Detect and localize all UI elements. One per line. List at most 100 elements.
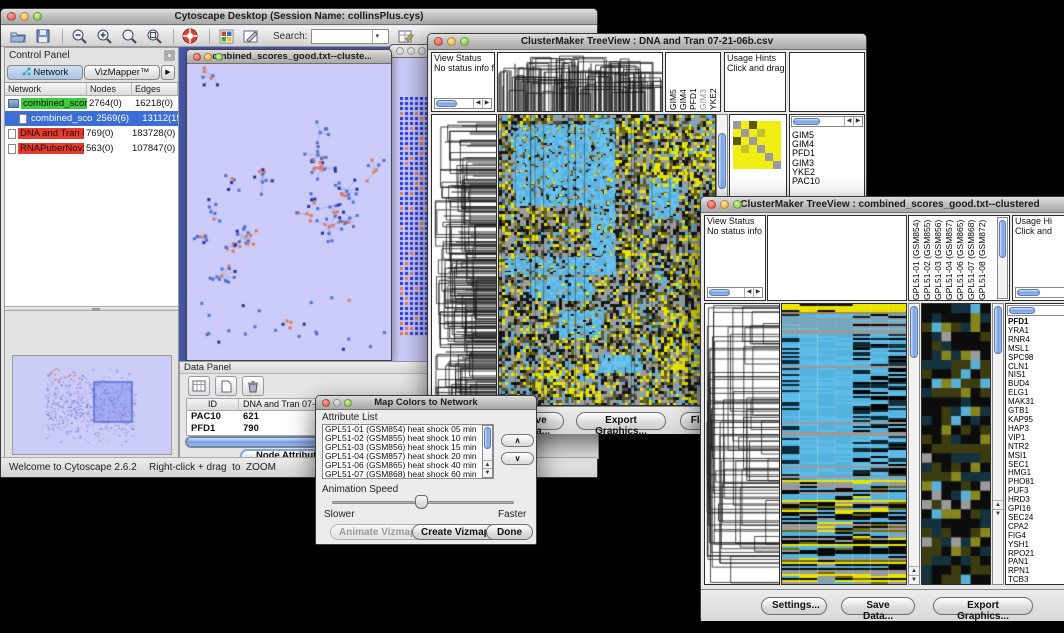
zoom-heatmap-panel[interactable] bbox=[921, 303, 991, 585]
vizmapper-grid-icon[interactable] bbox=[215, 27, 237, 45]
matrix-cell[interactable] bbox=[757, 153, 765, 161]
scroll-right-icon[interactable]: ▶ bbox=[853, 117, 862, 126]
gene-list-hscrollbar[interactable] bbox=[1007, 305, 1064, 316]
zoom-in-icon[interactable] bbox=[93, 27, 115, 45]
zoom-button[interactable] bbox=[344, 399, 352, 407]
panel-splitter[interactable] bbox=[5, 306, 178, 311]
matrix-cell[interactable] bbox=[749, 137, 757, 145]
scroll-thumb[interactable] bbox=[709, 289, 730, 296]
matrix-cell[interactable] bbox=[757, 161, 765, 169]
gene-list-item[interactable]: PAC10 bbox=[790, 177, 864, 186]
usage-hints-scrollbar[interactable] bbox=[1015, 287, 1064, 298]
row-dendrogram-panel[interactable] bbox=[704, 303, 780, 585]
network-row[interactable]: combined_scores 2764(0) 16218(0) bbox=[5, 96, 178, 111]
view-status-scrollbar[interactable]: ◀ ▶ bbox=[707, 287, 763, 298]
treeview-dna-titlebar[interactable]: ClusterMaker TreeView : DNA and Tran 07-… bbox=[428, 34, 866, 50]
animation-slider-thumb[interactable] bbox=[415, 495, 428, 509]
close-button[interactable] bbox=[193, 53, 201, 61]
column-label[interactable]: PAC10 bbox=[718, 54, 721, 110]
help-lifering-icon[interactable] bbox=[179, 27, 201, 45]
save-session-button[interactable] bbox=[32, 27, 54, 45]
row-dendrogram-canvas[interactable] bbox=[432, 115, 496, 405]
close-button[interactable] bbox=[707, 200, 716, 209]
matrix-cell[interactable] bbox=[765, 129, 773, 137]
network-window-front[interactable]: combined_scores_good.txt--cluste... bbox=[186, 49, 392, 361]
scroll-left-icon[interactable]: ◀ bbox=[744, 288, 753, 297]
column-label[interactable]: GPL51-03 (GSM856) bbox=[933, 216, 944, 300]
matrix-cell[interactable] bbox=[757, 129, 765, 137]
scroll-down-icon[interactable]: ▼ bbox=[993, 509, 1003, 518]
scroll-thumb[interactable] bbox=[1009, 307, 1035, 314]
matrix-cell[interactable] bbox=[749, 153, 757, 161]
select-attributes-icon[interactable] bbox=[188, 376, 210, 396]
done-button[interactable]: Done bbox=[486, 524, 533, 540]
matrix-cell[interactable] bbox=[765, 121, 773, 129]
scroll-up-icon[interactable]: ▲ bbox=[993, 500, 1003, 509]
save-data-button[interactable]: Save Data... bbox=[841, 597, 915, 615]
scroll-right-icon[interactable]: ▶ bbox=[482, 99, 491, 108]
column-label[interactable]: GPL51-07 (GSM868) bbox=[966, 216, 977, 300]
column-labels-vscrollbar[interactable] bbox=[997, 217, 1008, 299]
scroll-left-icon[interactable]: ◀ bbox=[473, 99, 482, 108]
column-label[interactable]: GPL51-04 (GSM857) bbox=[944, 216, 955, 300]
matrix-cell[interactable] bbox=[733, 121, 741, 129]
move-up-button[interactable]: ∧ bbox=[501, 434, 534, 447]
matrix-cell[interactable] bbox=[765, 137, 773, 145]
matrix-cell[interactable] bbox=[733, 161, 741, 169]
matrix-cell[interactable] bbox=[765, 153, 773, 161]
column-label[interactable]: GPL51-02 (GSM855) bbox=[922, 216, 933, 300]
scroll-thumb[interactable] bbox=[718, 133, 726, 189]
col-edges[interactable]: Edges bbox=[132, 83, 178, 95]
matrix-cell[interactable] bbox=[773, 153, 781, 161]
zoom-selected-icon[interactable] bbox=[118, 27, 140, 45]
column-label[interactable]: GIM4 bbox=[678, 54, 688, 110]
similarity-matrix[interactable] bbox=[733, 121, 781, 169]
move-down-button[interactable]: ∨ bbox=[501, 452, 534, 465]
scroll-thumb[interactable] bbox=[999, 220, 1006, 258]
dialog-titlebar[interactable]: Map Colors to Network bbox=[316, 396, 536, 410]
matrix-cell[interactable] bbox=[757, 145, 765, 153]
minimize-button[interactable] bbox=[447, 37, 456, 46]
matrix-cell[interactable] bbox=[733, 137, 741, 145]
matrix-cell[interactable] bbox=[773, 121, 781, 129]
matrix-cell[interactable] bbox=[773, 137, 781, 145]
scroll-thumb[interactable] bbox=[793, 118, 820, 125]
scroll-down-icon[interactable]: ▼ bbox=[909, 575, 919, 584]
column-label[interactable]: GPL51-08 (GSM872) bbox=[977, 216, 988, 300]
matrix-cell[interactable] bbox=[741, 121, 749, 129]
export-graphics-button[interactable]: Export Graphics... bbox=[933, 597, 1033, 615]
matrix-cell[interactable] bbox=[741, 145, 749, 153]
zoom-out-icon[interactable] bbox=[68, 27, 90, 45]
column-dendrogram-panel[interactable] bbox=[497, 52, 663, 112]
scroll-right-icon[interactable]: ▶ bbox=[753, 288, 762, 297]
animate-vizmap-button[interactable]: Animate Vizmap bbox=[330, 524, 425, 540]
gene-list-hscrollbar[interactable]: ◀ ▶ bbox=[791, 116, 863, 127]
minimize-button[interactable] bbox=[720, 200, 729, 209]
view-status-scrollbar[interactable]: ◀ ▶ bbox=[434, 98, 492, 109]
matrix-cell[interactable] bbox=[733, 153, 741, 161]
matrix-cell[interactable] bbox=[773, 161, 781, 169]
matrix-cell[interactable] bbox=[749, 129, 757, 137]
zoom-fit-icon[interactable] bbox=[143, 27, 165, 45]
new-attribute-icon[interactable] bbox=[215, 376, 237, 396]
close-button[interactable] bbox=[396, 47, 404, 55]
minimize-button[interactable] bbox=[407, 47, 415, 55]
matrix-cell[interactable] bbox=[741, 129, 749, 137]
network-canvas[interactable] bbox=[187, 64, 391, 360]
heatmap-vscrollbar[interactable]: ▲ ▼ bbox=[908, 303, 920, 585]
column-label[interactable]: GPL51-01 (GSM854) bbox=[911, 216, 922, 300]
zoom-heatmap-canvas[interactable] bbox=[922, 304, 990, 584]
search-input[interactable] bbox=[312, 30, 372, 42]
scroll-thumb[interactable] bbox=[1017, 289, 1040, 296]
matrix-cell[interactable] bbox=[749, 145, 757, 153]
minimize-button[interactable] bbox=[333, 399, 341, 407]
attribute-item[interactable]: GPL51-07 (GSM868) heat shock 60 min bbox=[323, 470, 481, 479]
heatmap-panel[interactable] bbox=[498, 114, 716, 406]
network-row[interactable]: RNAPuberNov2+ 563(0) 107847(0) bbox=[5, 141, 178, 156]
attribute-list-vscrollbar[interactable]: ▲ ▼ bbox=[482, 425, 493, 478]
zoom-button[interactable] bbox=[33, 12, 42, 21]
export-graphics-button[interactable]: Export Graphics... bbox=[576, 412, 666, 430]
close-button[interactable] bbox=[434, 37, 443, 46]
gene-list-vscrollbar[interactable]: ▲ ▼ bbox=[992, 303, 1004, 585]
network-overview-canvas[interactable] bbox=[13, 356, 171, 454]
